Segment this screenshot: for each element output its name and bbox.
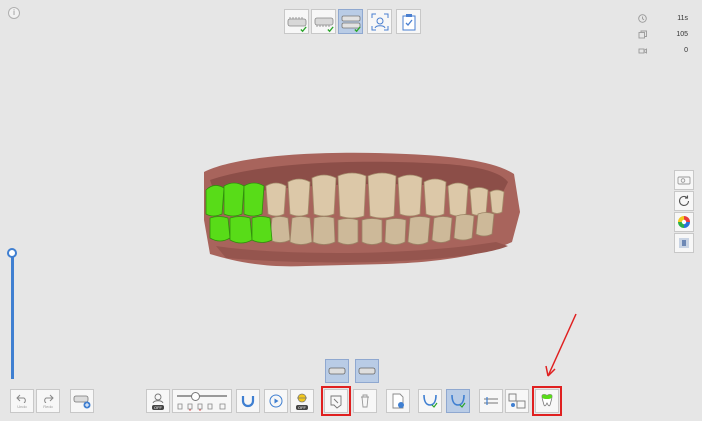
play-button[interactable] — [264, 389, 288, 413]
add-jaw-button[interactable] — [70, 389, 94, 413]
face-scan-icon — [152, 393, 164, 404]
tooth-select-icon — [330, 395, 342, 409]
clock-icon — [638, 13, 647, 23]
camera-off-icon — [638, 47, 647, 54]
shade-icon — [679, 238, 689, 248]
section-view-button[interactable] — [479, 389, 503, 413]
tooth-filter-icons — [177, 403, 226, 411]
green-tooth-button[interactable] — [532, 386, 562, 416]
ai-scan-toggle-label: OFF — [296, 405, 308, 410]
stat-images: 105 — [638, 26, 688, 42]
stat-frames: 0 — [638, 42, 688, 58]
step-lower-jaw[interactable] — [311, 9, 336, 34]
step-occlusion[interactable] — [338, 9, 363, 34]
step-face-scan[interactable] — [367, 9, 392, 34]
scan-stats: 11s 105 0 — [638, 10, 688, 58]
check-icon — [327, 26, 334, 33]
filter-slider-handle[interactable] — [191, 392, 200, 401]
section-view-icon — [484, 397, 498, 405]
occlusion-lower-icon — [358, 367, 376, 375]
reset-view-button[interactable] — [674, 191, 694, 211]
export-document-button[interactable] — [386, 389, 410, 413]
face-scan-icon — [371, 13, 388, 30]
filter-slider-track[interactable] — [177, 395, 227, 397]
lower-arch-button[interactable] — [446, 389, 470, 413]
step-review[interactable] — [396, 9, 421, 34]
magnet-u-icon — [241, 396, 255, 408]
images-icon — [638, 30, 647, 38]
transfer-icon — [508, 393, 526, 409]
stat-time-value: 11s — [677, 14, 688, 22]
redo-label: Redo — [43, 403, 53, 409]
color-mode-button[interactable] — [674, 212, 694, 232]
check-icon — [354, 26, 361, 33]
delete-button[interactable] — [353, 389, 377, 413]
stat-images-value: 105 — [676, 30, 688, 38]
trash-icon — [361, 394, 369, 408]
shade-button[interactable] — [674, 233, 694, 253]
scan-range-slider-handle[interactable] — [7, 248, 17, 258]
play-icon — [269, 394, 283, 408]
occlusion-upper-icon — [328, 367, 346, 375]
occlusion-view-upper[interactable] — [325, 359, 349, 383]
reset-view-icon — [678, 195, 690, 207]
face-scan-toggle[interactable]: OFF — [146, 389, 170, 413]
dental-3d-model[interactable] — [196, 150, 526, 280]
upper-arch-icon — [423, 394, 438, 408]
transfer-button[interactable] — [505, 389, 529, 413]
video-button[interactable] — [674, 170, 694, 190]
ai-scan-icon — [297, 393, 307, 403]
upper-arch-button[interactable] — [418, 389, 442, 413]
stat-time: 11s — [638, 10, 688, 26]
face-scan-toggle-label: OFF — [152, 405, 164, 410]
magnet-button[interactable] — [236, 389, 260, 413]
info-button[interactable]: i — [8, 7, 20, 19]
redo-icon — [44, 394, 54, 403]
step-upper-jaw[interactable] — [284, 9, 309, 34]
tooth-selection-button[interactable] — [321, 386, 351, 416]
scan-range-slider-track[interactable] — [11, 255, 14, 379]
lower-arch-icon — [451, 394, 466, 408]
color-palette-icon — [678, 216, 690, 228]
undo-label: Undo — [17, 403, 27, 409]
tooth-filter-group — [172, 389, 232, 413]
occlusion-view-lower[interactable] — [355, 359, 379, 383]
video-icon — [677, 176, 691, 185]
undo-icon — [16, 394, 26, 403]
annotation-arrow — [545, 313, 577, 377]
check-icon — [300, 26, 307, 33]
redo-button[interactable]: Redo — [36, 389, 60, 413]
add-jaw-icon — [73, 395, 91, 409]
stat-frames-value: 0 — [684, 46, 688, 54]
occlusion-scan-render — [204, 152, 520, 267]
tooth-icon — [541, 394, 553, 407]
undo-button[interactable]: Undo — [10, 389, 34, 413]
ai-scan-toggle[interactable]: OFF — [290, 389, 314, 413]
document-export-icon — [392, 393, 404, 409]
clipboard-check-icon — [402, 13, 415, 30]
